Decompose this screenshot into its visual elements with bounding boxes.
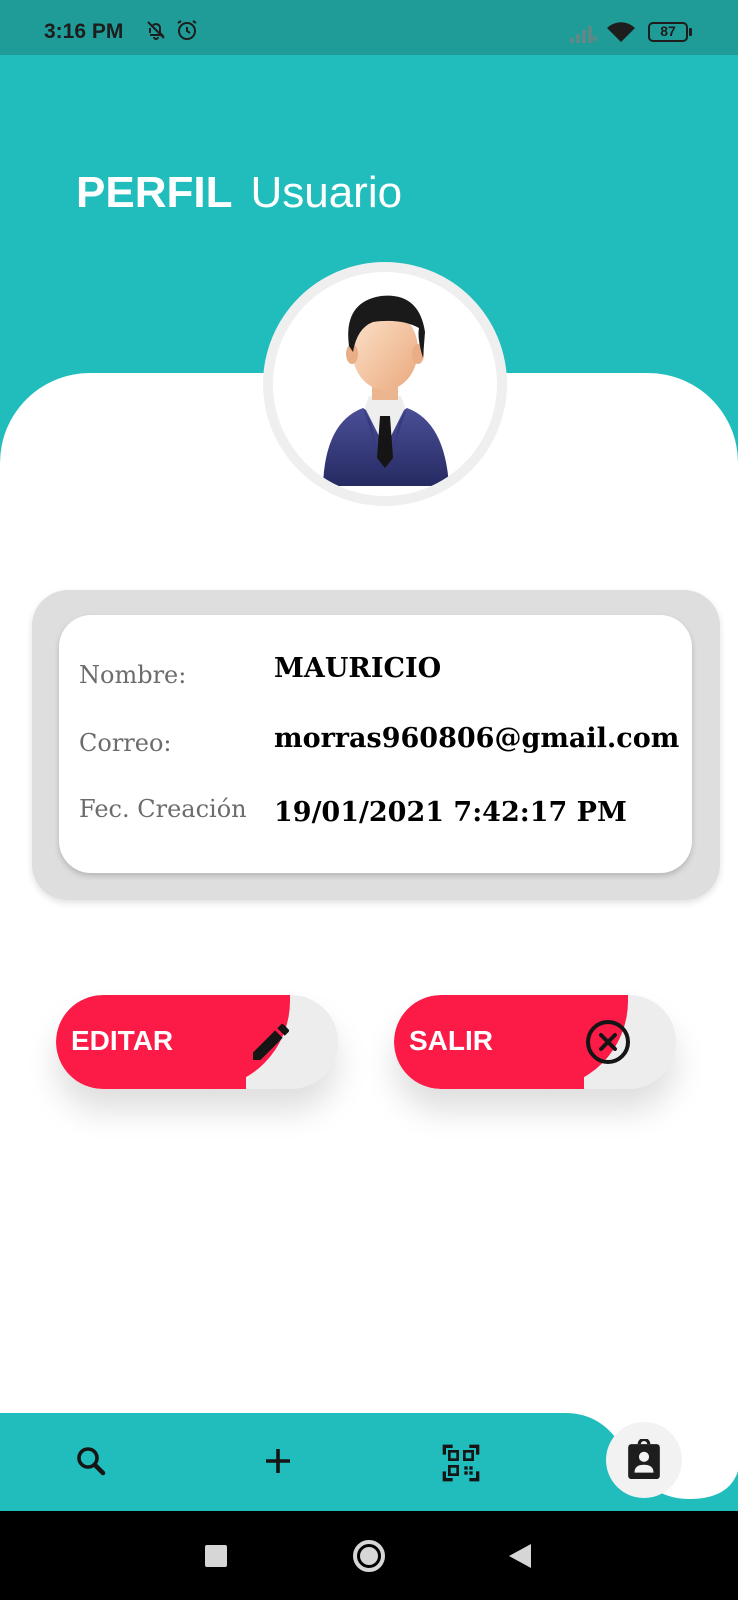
email-label: Correo: [79, 729, 172, 757]
close-circle-icon [584, 1018, 632, 1071]
name-label: Nombre: [79, 661, 187, 689]
back-triangle-icon[interactable] [509, 1544, 531, 1573]
exit-button-label: SALIR [409, 1025, 493, 1056]
created-date-value: 19/01/2021 7:42:17 PM [274, 797, 627, 828]
alarm-icon [175, 18, 199, 47]
recents-square-icon[interactable] [205, 1545, 227, 1572]
contact-badge-icon [625, 1437, 663, 1486]
profile-info-container: Nombre: MAURICIO Correo: morras960806@gm… [32, 590, 720, 900]
battery-indicator: 87 [648, 22, 692, 42]
home-circle-icon[interactable] [352, 1539, 386, 1578]
pencil-icon [247, 1018, 295, 1071]
bell-off-icon [144, 18, 168, 47]
plus-icon[interactable] [260, 1443, 296, 1484]
qr-code-icon[interactable] [441, 1443, 481, 1488]
edit-button[interactable]: EDITAR [56, 995, 338, 1089]
exit-button[interactable]: SALIR [394, 995, 676, 1089]
created-date-label: Fec. Creación [79, 795, 247, 823]
email-value: morras960806@gmail.com [274, 723, 680, 754]
name-value: MAURICIO [274, 653, 442, 684]
avatar-frame [263, 262, 507, 506]
nav-profile-button[interactable] [606, 1422, 682, 1498]
search-icon[interactable] [73, 1443, 109, 1484]
profile-info-card: Nombre: MAURICIO Correo: morras960806@gm… [59, 615, 692, 873]
page-title-regular: Usuario [250, 168, 403, 217]
system-nav-bar [0, 1511, 738, 1600]
page-title-bold: PERFIL [76, 168, 233, 217]
status-time: 3:16 PM [44, 20, 124, 43]
edit-button-label: EDITAR [71, 1025, 174, 1056]
page-title: PERFIL Usuario [76, 168, 402, 218]
wifi-icon [606, 20, 636, 49]
avatar [273, 272, 497, 496]
status-bar: 3:16 PM 87 [0, 0, 738, 55]
signal-icon [570, 22, 598, 49]
